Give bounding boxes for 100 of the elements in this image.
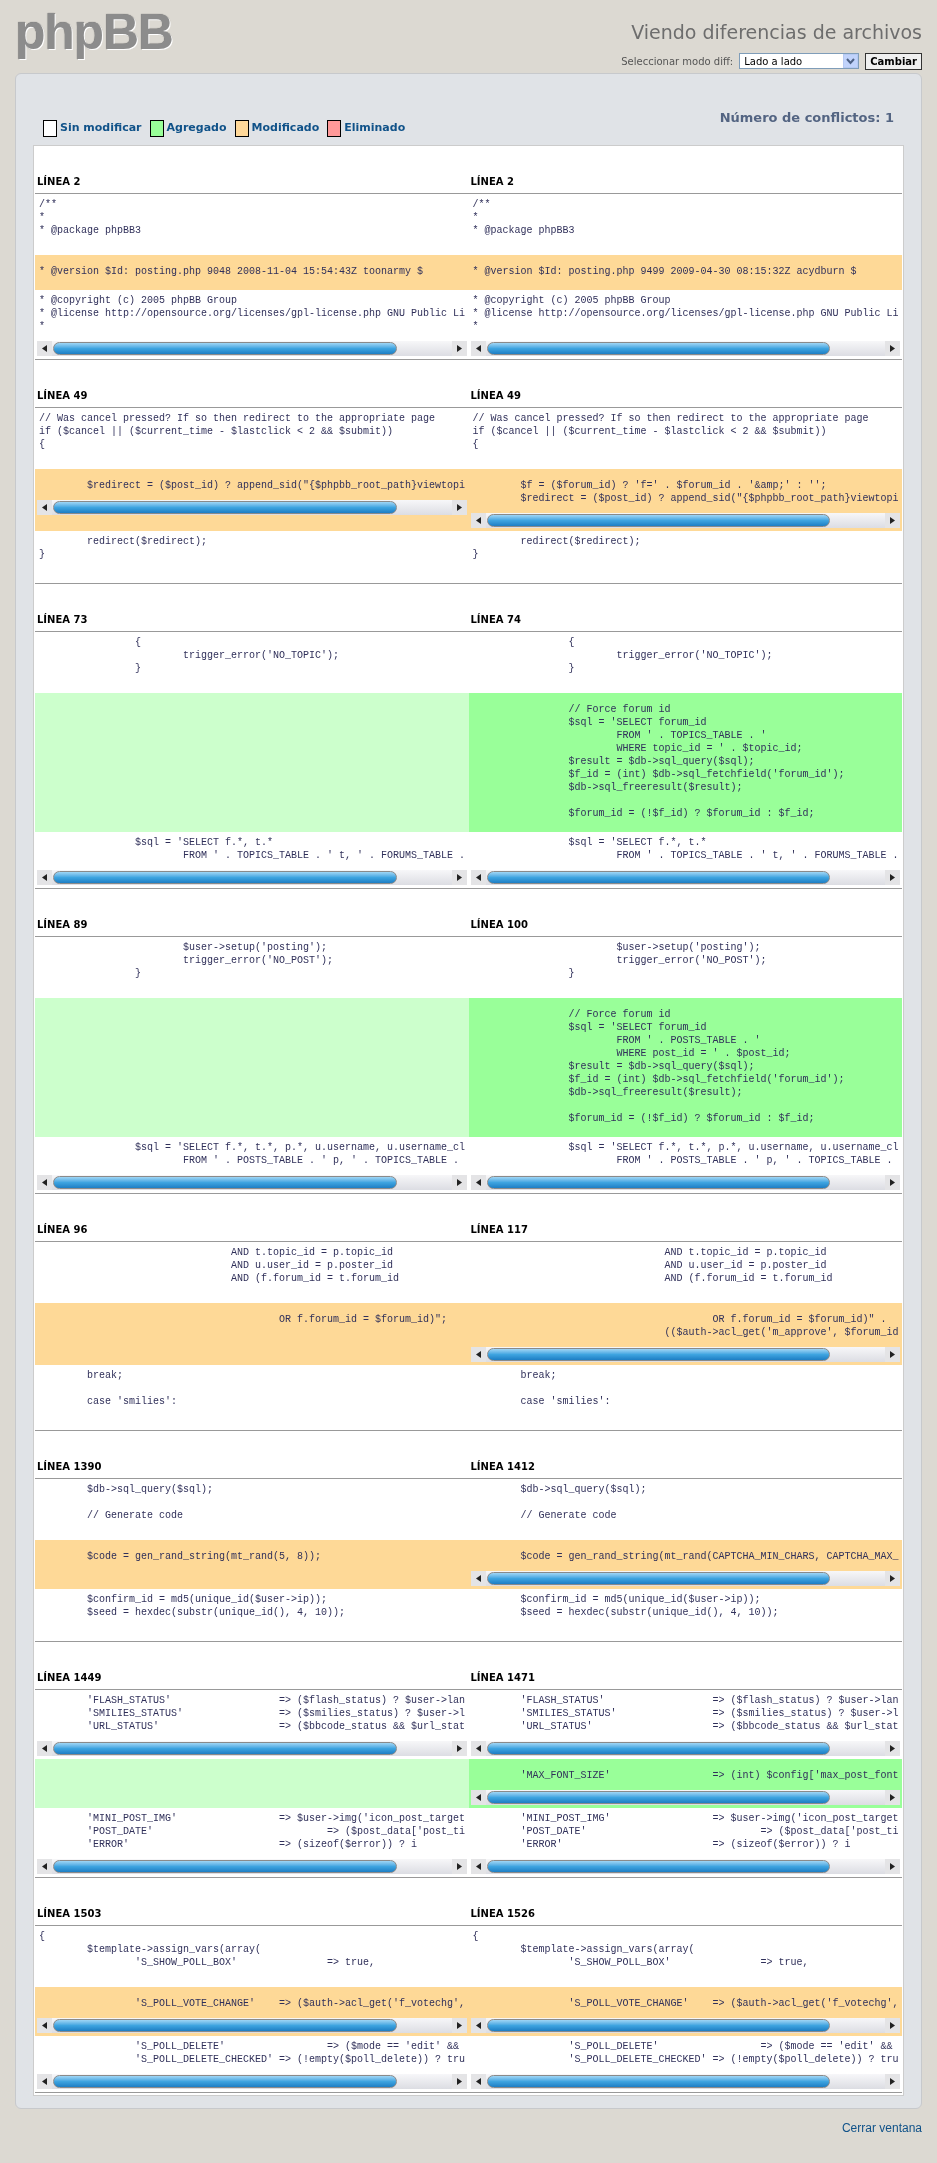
dropdown-icon (843, 54, 859, 68)
horizontal-scrollbar[interactable] (470, 1571, 900, 1586)
scroll-left-icon[interactable] (37, 1859, 52, 1874)
code-text: $user->setup('posting'); trigger_error('NO_POST'); } (567, 941, 768, 980)
scroll-right-icon[interactable] (885, 2018, 900, 2033)
scrollbar-thumb[interactable] (486, 1860, 831, 1873)
horizontal-scrollbar[interactable] (37, 870, 467, 885)
code-text: 'MAX_FONT_SIZE' => (int) $config['max_post_font (519, 1769, 900, 1782)
scrollbar-thumb[interactable] (53, 871, 397, 884)
scroll-right-icon[interactable] (451, 1741, 467, 1756)
scroll-right-icon[interactable] (885, 2074, 900, 2089)
scroll-right-icon[interactable] (885, 1859, 900, 1874)
scroll-left-icon[interactable] (470, 513, 486, 528)
code-text: 'S_POLL_VOTE_CHANGE' => ($auth->acl_get('f_votechg', (567, 1997, 900, 2010)
close-window-link[interactable]: Cerrar ventana (841, 2119, 922, 2137)
scroll-right-icon[interactable] (885, 1175, 900, 1190)
scroll-left-icon[interactable] (37, 2018, 52, 2033)
code-text: $redirect = ($post_id) ? append_sid("{$phpbb_root_path}viewtopi (86, 479, 467, 492)
code-text: * @copyright (c) 2005 phpBB Group * @license http://opensource.org/licenses/gpl-license.php GNU Public Li * (471, 294, 900, 333)
change-button[interactable]: Cambiar (865, 52, 922, 70)
scrollbar-thumb[interactable] (53, 2019, 397, 2032)
scroll-left-icon[interactable] (470, 341, 486, 356)
code-text: 'S_POLL_VOTE_CHANGE' => ($auth->acl_get('f_votechg', (134, 1997, 467, 2010)
mode-select[interactable]: Lado a lado (739, 53, 860, 69)
horizontal-scrollbar[interactable] (470, 341, 900, 356)
horizontal-scrollbar[interactable] (37, 2074, 467, 2089)
scrollbar-thumb[interactable] (486, 1572, 831, 1585)
line-number-heading: LÍNEA 1503 (37, 1908, 102, 1919)
scroll-left-icon[interactable] (37, 1175, 52, 1190)
code-text: * @version $Id: posting.php 9048 2008-11-04 15:54:43Z toonarmy $ (38, 265, 425, 278)
scrollbar-thumb[interactable] (53, 1742, 397, 1755)
code-text: $f = ($forum_id) ? 'f=' . $forum_id . '&amp;' : ''; $redirect = ($post_id) ? append_sid("{$phpbb_root_path}viewtopi (519, 479, 900, 505)
scroll-right-icon[interactable] (451, 1859, 467, 1874)
scroll-right-icon[interactable] (885, 341, 900, 356)
scroll-right-icon[interactable] (885, 1741, 900, 1756)
code-text: { trigger_error('NO_TOPIC'); } (134, 636, 341, 675)
scroll-left-icon[interactable] (470, 1175, 486, 1190)
scroll-left-icon[interactable] (470, 2018, 486, 2033)
code-text: // Was cancel pressed? If so then redirect to the appropriate page if ($cancel || ($current_time - $lastclick < 2 && $submit)) { (38, 412, 437, 451)
scrollbar-thumb[interactable] (486, 1791, 831, 1804)
scrollbar-thumb[interactable] (53, 1860, 397, 1873)
scroll-right-icon[interactable] (885, 513, 900, 528)
scrollbar-thumb[interactable] (486, 342, 831, 355)
scroll-left-icon[interactable] (470, 1347, 486, 1362)
scrollbar-thumb[interactable] (486, 871, 831, 884)
code-text: $sql = 'SELECT f.*, t.*, p.*, u.username, u.username_cl FROM ' . POSTS_TABLE . ' p, ' . TOPICS_TABLE . (134, 1141, 467, 1167)
scroll-left-icon[interactable] (37, 500, 52, 515)
horizontal-scrollbar[interactable] (470, 1741, 900, 1756)
scroll-left-icon[interactable] (37, 341, 52, 356)
horizontal-scrollbar[interactable] (37, 341, 467, 356)
scrollbar-thumb[interactable] (486, 1176, 831, 1189)
code-text: redirect($redirect); } (471, 535, 642, 561)
horizontal-scrollbar[interactable] (37, 1175, 467, 1190)
scroll-left-icon[interactable] (470, 870, 486, 885)
horizontal-scrollbar[interactable] (470, 2018, 900, 2033)
scrollbar-thumb[interactable] (486, 2075, 831, 2088)
scroll-right-icon[interactable] (451, 500, 467, 515)
scroll-left-icon[interactable] (470, 1790, 486, 1805)
horizontal-scrollbar[interactable] (470, 2074, 900, 2089)
scrollbar-thumb[interactable] (486, 1742, 831, 1755)
scroll-right-icon[interactable] (451, 1175, 467, 1190)
scroll-right-icon[interactable] (885, 870, 900, 885)
scroll-right-icon[interactable] (451, 341, 467, 356)
scroll-left-icon[interactable] (470, 1859, 486, 1874)
code-text: redirect($redirect); } (38, 535, 209, 561)
code-text: // Was cancel pressed? If so then redirect to the appropriate page if ($cancel || ($current_time - $lastclick < 2 && $submit)) { (471, 412, 870, 451)
scroll-left-icon[interactable] (37, 870, 52, 885)
scroll-right-icon[interactable] (451, 2074, 467, 2089)
horizontal-scrollbar[interactable] (470, 1859, 900, 1874)
scroll-right-icon[interactable] (885, 1347, 900, 1362)
scroll-left-icon[interactable] (37, 1741, 52, 1756)
scrollbar-thumb[interactable] (486, 514, 831, 527)
scroll-left-icon[interactable] (470, 1571, 486, 1586)
scrollbar-thumb[interactable] (53, 1176, 397, 1189)
horizontal-scrollbar[interactable] (470, 513, 900, 528)
scrollbar-thumb[interactable] (486, 2019, 831, 2032)
horizontal-scrollbar[interactable] (470, 1347, 900, 1362)
horizontal-scrollbar[interactable] (37, 500, 467, 515)
scroll-right-icon[interactable] (885, 1790, 900, 1805)
scroll-left-icon[interactable] (37, 2074, 52, 2089)
scrollbar-thumb[interactable] (486, 1348, 831, 1361)
scroll-left-icon[interactable] (470, 1741, 486, 1756)
scroll-right-icon[interactable] (451, 2018, 467, 2033)
horizontal-scrollbar[interactable] (37, 1859, 467, 1874)
scrollbar-thumb[interactable] (53, 501, 397, 514)
horizontal-scrollbar[interactable] (470, 1175, 900, 1190)
horizontal-scrollbar[interactable] (37, 2018, 467, 2033)
horizontal-scrollbar[interactable] (470, 1790, 900, 1805)
line-number-heading: LÍNEA 2 (470, 176, 514, 187)
horizontal-scrollbar[interactable] (37, 1741, 467, 1756)
legend-label: Sin modificar (60, 120, 142, 137)
scroll-right-icon[interactable] (885, 1571, 900, 1586)
code-text: OR f.forum_id = $forum_id)"; (278, 1313, 449, 1326)
scroll-right-icon[interactable] (451, 870, 467, 885)
scrollbar-thumb[interactable] (53, 2075, 397, 2088)
line-number-heading: LÍNEA 2 (37, 176, 81, 187)
scrollbar-thumb[interactable] (53, 342, 397, 355)
horizontal-scrollbar[interactable] (470, 870, 900, 885)
code-text: * @copyright (c) 2005 phpBB Group * @license http://opensource.org/licenses/gpl-license.php GNU Public Li * (38, 294, 467, 333)
scroll-left-icon[interactable] (470, 2074, 486, 2089)
